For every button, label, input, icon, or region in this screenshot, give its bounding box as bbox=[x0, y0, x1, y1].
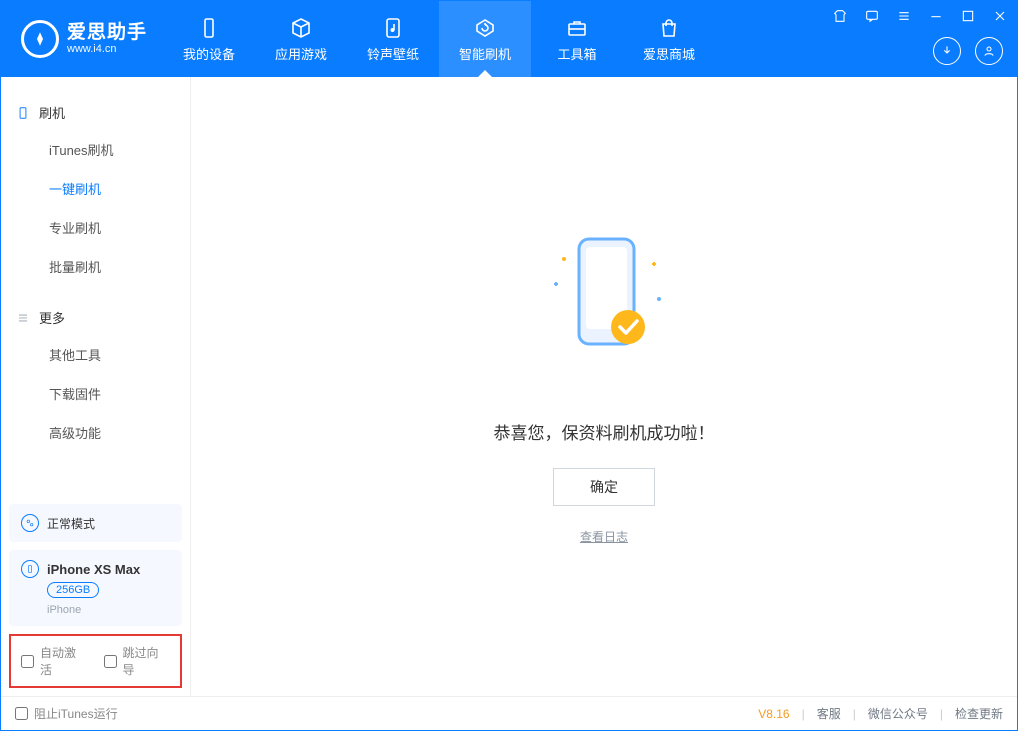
header-bar: 爱思助手 www.i4.cn 我的设备 应用游戏 铃声壁纸 bbox=[1, 1, 1017, 77]
user-icon[interactable] bbox=[975, 37, 1003, 65]
sidebar-item-itunes-flash[interactable]: iTunes刷机 bbox=[1, 130, 190, 169]
highlighted-options: 自动激活 跳过向导 bbox=[9, 634, 182, 688]
sidebar: 刷机 iTunes刷机 一键刷机 专业刷机 批量刷机 更多 其他工具 下载固件 … bbox=[1, 77, 191, 696]
list-icon bbox=[15, 310, 31, 326]
sidebar-group-flash: 刷机 bbox=[1, 95, 190, 130]
maximize-icon[interactable] bbox=[959, 7, 977, 25]
tab-label: 工具箱 bbox=[558, 44, 597, 63]
success-message: 恭喜您，保资料刷机成功啦！ bbox=[494, 419, 715, 444]
sidebar-item-pro-flash[interactable]: 专业刷机 bbox=[1, 208, 190, 247]
checkbox-block-itunes[interactable]: 阻止iTunes运行 bbox=[15, 705, 118, 722]
toolbox-icon bbox=[565, 16, 589, 40]
device-name: iPhone XS Max bbox=[47, 562, 140, 577]
checkbox-skip-guide[interactable]: 跳过向导 bbox=[104, 644, 171, 678]
tab-toolbox[interactable]: 工具箱 bbox=[531, 1, 623, 77]
minimize-icon[interactable] bbox=[927, 7, 945, 25]
tab-ringtone[interactable]: 铃声壁纸 bbox=[347, 1, 439, 77]
tab-label: 爱思商城 bbox=[643, 44, 695, 63]
nav-tabs: 我的设备 应用游戏 铃声壁纸 智能刷机 工具箱 bbox=[163, 1, 715, 77]
download-icon[interactable] bbox=[933, 37, 961, 65]
device-type: iPhone bbox=[47, 604, 170, 616]
group-title: 更多 bbox=[39, 308, 65, 327]
shop-icon bbox=[657, 16, 681, 40]
mode-card[interactable]: 正常模式 bbox=[9, 504, 182, 542]
sidebar-item-batch-flash[interactable]: 批量刷机 bbox=[1, 247, 190, 286]
sidebar-item-advanced[interactable]: 高级功能 bbox=[1, 413, 190, 452]
tab-label: 应用游戏 bbox=[275, 44, 327, 63]
footer-bar: 阻止iTunes运行 V8.16 | 客服 | 微信公众号 | 检查更新 bbox=[1, 696, 1017, 730]
app-logo-icon bbox=[21, 20, 59, 58]
view-log-link[interactable]: 查看日志 bbox=[580, 528, 628, 545]
sidebar-item-download-firmware[interactable]: 下载固件 bbox=[1, 374, 190, 413]
device-capacity: 256GB bbox=[47, 582, 99, 598]
music-icon bbox=[381, 16, 405, 40]
ok-button[interactable]: 确定 bbox=[553, 468, 655, 506]
main-content: 恭喜您，保资料刷机成功啦！ 确定 查看日志 bbox=[191, 77, 1017, 696]
sidebar-group-more: 更多 bbox=[1, 300, 190, 335]
header-right-icons bbox=[933, 37, 1003, 65]
app-subtitle: www.i4.cn bbox=[67, 43, 147, 55]
footer-update[interactable]: 检查更新 bbox=[955, 705, 1003, 722]
menu-icon[interactable] bbox=[895, 7, 913, 25]
checkbox-auto-activate[interactable]: 自动激活 bbox=[21, 644, 88, 678]
phone-icon bbox=[15, 105, 31, 121]
footer-wechat[interactable]: 微信公众号 bbox=[868, 705, 928, 722]
window-controls bbox=[831, 7, 1009, 25]
group-title: 刷机 bbox=[39, 103, 65, 122]
sidebar-item-other-tools[interactable]: 其他工具 bbox=[1, 335, 190, 374]
tab-label: 智能刷机 bbox=[459, 44, 511, 63]
refresh-icon bbox=[473, 16, 497, 40]
version-label: V8.16 bbox=[758, 707, 789, 721]
tab-device[interactable]: 我的设备 bbox=[163, 1, 255, 77]
app-title: 爱思助手 bbox=[67, 23, 147, 44]
tab-label: 铃声壁纸 bbox=[367, 44, 419, 63]
mode-icon bbox=[21, 514, 39, 532]
footer-support[interactable]: 客服 bbox=[817, 705, 841, 722]
tab-flash[interactable]: 智能刷机 bbox=[439, 1, 531, 77]
tab-shop[interactable]: 爱思商城 bbox=[623, 1, 715, 77]
feedback-icon[interactable] bbox=[863, 7, 881, 25]
device-small-icon bbox=[21, 560, 39, 578]
close-icon[interactable] bbox=[991, 7, 1009, 25]
cube-icon bbox=[289, 16, 313, 40]
skin-icon[interactable] bbox=[831, 7, 849, 25]
logo-area: 爱思助手 www.i4.cn bbox=[1, 1, 163, 77]
tab-label: 我的设备 bbox=[183, 44, 235, 63]
tab-apps[interactable]: 应用游戏 bbox=[255, 1, 347, 77]
device-card[interactable]: iPhone XS Max 256GB iPhone bbox=[9, 550, 182, 626]
device-icon bbox=[197, 16, 221, 40]
success-illustration bbox=[524, 229, 684, 379]
mode-label: 正常模式 bbox=[47, 515, 95, 532]
sidebar-item-oneclick-flash[interactable]: 一键刷机 bbox=[1, 169, 190, 208]
